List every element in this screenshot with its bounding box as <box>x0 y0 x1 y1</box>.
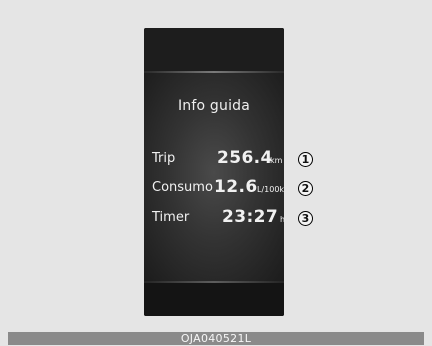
consumption-unit: L/100k <box>257 185 285 194</box>
figure-code: OJA040521L <box>180 332 252 345</box>
consumption-row: Consumo 12.6 L/100k <box>152 175 312 197</box>
trip-unit: km <box>270 156 283 165</box>
callout-1-icon: 1 <box>298 152 313 167</box>
trip-value: 256.4 <box>217 148 273 168</box>
timer-unit: h <box>280 215 286 224</box>
display-bottom-band <box>144 283 284 316</box>
timer-row: Timer 23:27 h <box>152 205 312 227</box>
trip-label: Trip <box>152 151 176 166</box>
consumption-value: 12.6 <box>214 177 258 197</box>
consumption-label: Consumo <box>152 180 213 195</box>
callout-2-icon: 2 <box>298 181 313 196</box>
cluster-display <box>144 28 284 316</box>
info-title: Info guida <box>177 98 251 114</box>
callout-3-icon: 3 <box>298 211 313 226</box>
display-top-band <box>144 28 284 72</box>
trip-row: Trip 256.4 km <box>152 146 312 168</box>
timer-label: Timer <box>152 210 190 225</box>
figure-code-bar: OJA040521L <box>8 332 424 345</box>
timer-value: 23:27 <box>222 207 279 227</box>
